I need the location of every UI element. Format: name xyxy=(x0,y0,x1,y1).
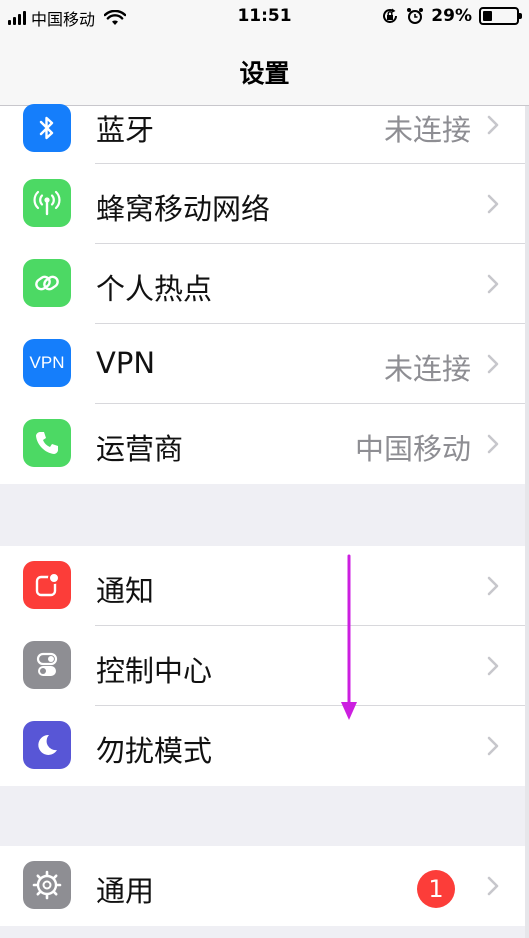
settings-row-label: 通用 xyxy=(96,874,155,908)
notification-badge: 1 xyxy=(417,870,455,908)
settings-row-label: 通知 xyxy=(96,574,155,608)
vpn-icon: VPN xyxy=(23,339,71,387)
chevron-right-icon xyxy=(487,274,499,294)
settings-row-cellular[interactable]: 蜂窝移动网络 xyxy=(0,164,525,244)
settings-row-vpn[interactable]: VPN VPN 未连接 xyxy=(0,324,525,404)
settings-row-label: 个人热点 xyxy=(96,272,213,306)
phone-icon xyxy=(23,419,71,467)
settings-row-label: 控制中心 xyxy=(96,654,213,688)
orientation-lock-icon xyxy=(383,8,398,23)
settings-row-control-center[interactable]: 控制中心 xyxy=(0,626,525,706)
settings-row-notifications[interactable]: 通知 xyxy=(0,546,525,626)
chevron-right-icon xyxy=(487,876,499,896)
settings-group-notifications: 通知 控制中心 勿扰模式 xyxy=(0,546,525,786)
swipe-down-arrow-icon xyxy=(341,554,357,720)
chevron-right-icon xyxy=(487,656,499,676)
settings-row-personal-hotspot[interactable]: 个人热点 xyxy=(0,244,525,324)
settings-row-label: 蜂窝移动网络 xyxy=(96,192,271,226)
moon-icon xyxy=(23,721,71,769)
settings-row-label: VPN xyxy=(96,346,156,380)
gear-icon xyxy=(23,861,71,909)
settings-row-label: 蓝牙 xyxy=(96,113,155,147)
settings-group-general: 通用 1 xyxy=(0,846,525,926)
notifications-icon xyxy=(23,561,71,609)
settings-group-connectivity: 蓝牙 未连接 蜂窝移动网络 个人热点 VPN VPN 未连接 运营商 中国移动 xyxy=(0,104,525,484)
status-bar: 中国移动 11:51 29% xyxy=(0,0,529,34)
navigation-bar: 设置 xyxy=(0,34,529,106)
chevron-right-icon xyxy=(487,434,499,454)
page-edge xyxy=(525,106,529,938)
settings-row-detail: 未连接 xyxy=(383,352,471,386)
settings-row-label: 运营商 xyxy=(96,432,184,466)
settings-row-detail: 未连接 xyxy=(383,113,471,147)
battery-icon xyxy=(479,7,522,25)
settings-row-label: 勿扰模式 xyxy=(96,734,213,768)
settings-row-carrier[interactable]: 运营商 中国移动 xyxy=(0,404,525,484)
settings-row-do-not-disturb[interactable]: 勿扰模式 xyxy=(0,706,525,786)
personal-hotspot-icon xyxy=(23,259,71,307)
chevron-right-icon xyxy=(487,576,499,596)
bluetooth-icon xyxy=(23,104,71,152)
control-center-icon xyxy=(23,641,71,689)
settings-row-detail: 中国移动 xyxy=(354,432,471,466)
settings-row-general[interactable]: 通用 1 xyxy=(0,846,525,926)
chevron-right-icon xyxy=(487,115,499,135)
page-title: 设置 xyxy=(239,59,290,88)
chevron-right-icon xyxy=(487,354,499,374)
chevron-right-icon xyxy=(487,736,499,756)
alarm-icon xyxy=(407,8,424,24)
vpn-icon-text: VPN xyxy=(29,353,65,372)
settings-row-bluetooth[interactable]: 蓝牙 未连接 xyxy=(0,104,525,164)
chevron-right-icon xyxy=(487,194,499,214)
cellular-antenna-icon xyxy=(23,179,71,227)
battery-percent: 29% xyxy=(431,6,472,26)
